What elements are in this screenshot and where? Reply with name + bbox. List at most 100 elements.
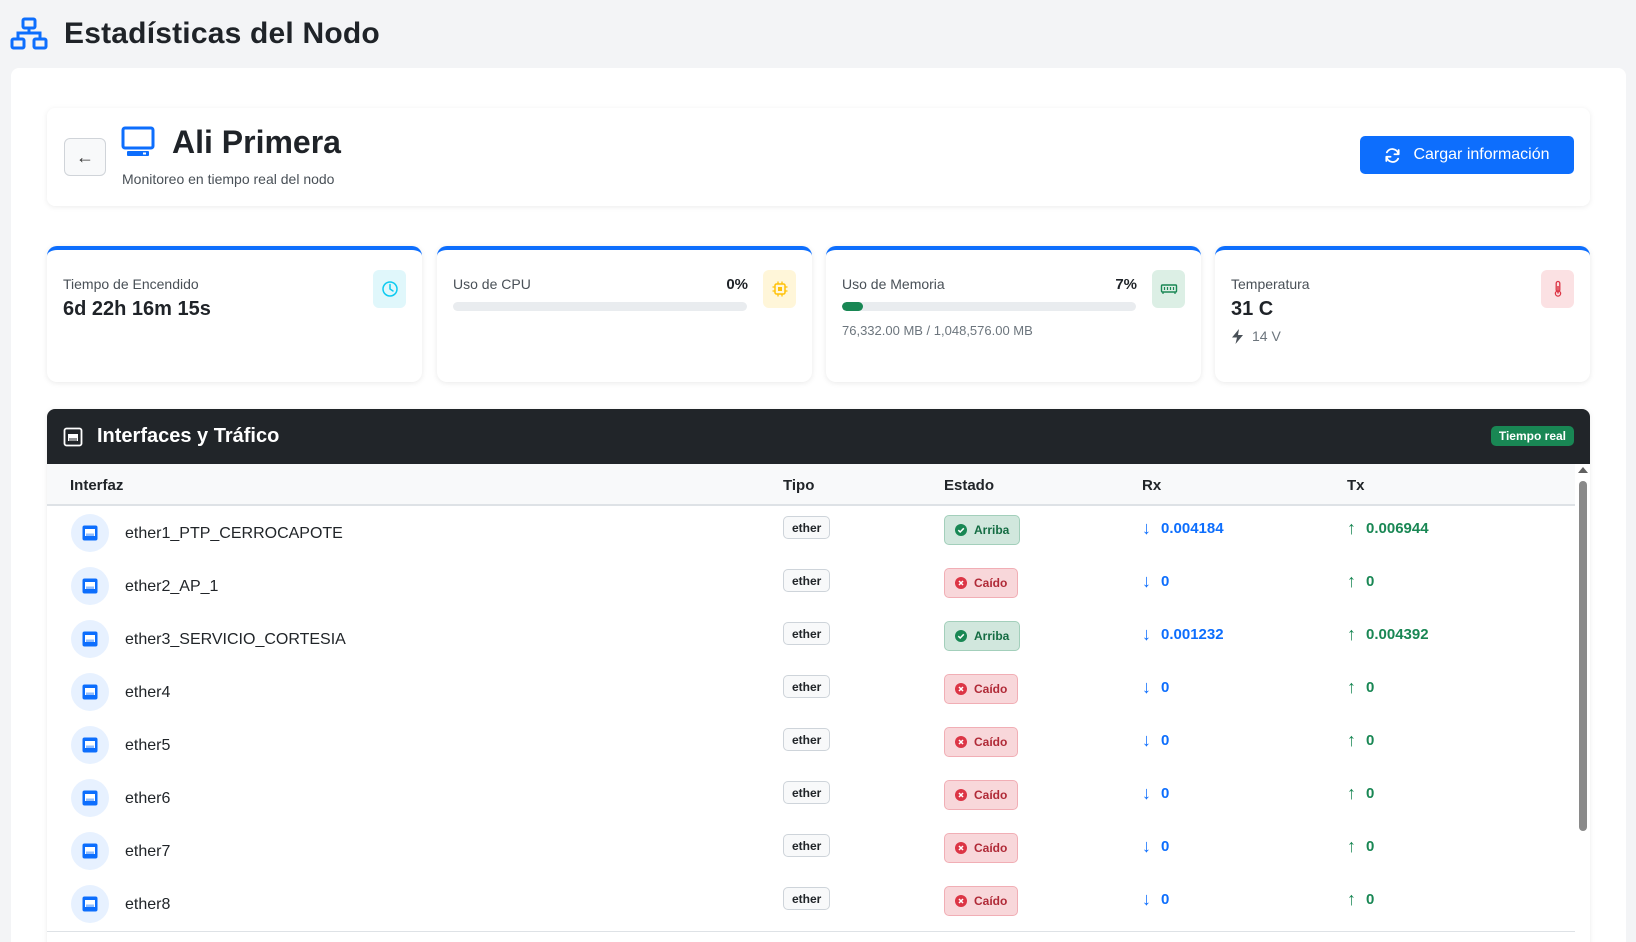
arrow-down-icon: ↓ xyxy=(1142,783,1151,803)
type-badge: ether xyxy=(783,887,831,910)
uptime-value: 6d 22h 16m 15s xyxy=(63,298,211,320)
x-circle-icon xyxy=(955,789,967,801)
interfaces-panel: Interfaces y Tráfico Tiempo real Interfa… xyxy=(47,409,1590,942)
x-circle-icon xyxy=(955,683,967,695)
page-header: Estadísticas del Nodo xyxy=(0,0,1636,68)
node-header: ← Ali Primera Monitoreo en tiempo real d… xyxy=(47,108,1590,206)
x-circle-icon xyxy=(955,736,967,748)
arrow-up-icon: ↑ xyxy=(1347,571,1356,591)
ethernet-port-icon xyxy=(71,726,109,764)
state-label: Caído xyxy=(974,894,1008,908)
cpu-card: Uso de CPU 0% xyxy=(437,246,812,382)
state-badge: Arriba xyxy=(944,621,1021,651)
state-badge: Caído xyxy=(944,833,1019,863)
table-row: ether7 ether Caído ↓ 0 ↑ 0 xyxy=(47,824,1575,879)
rx-cell: ↓ 0 xyxy=(1142,783,1169,804)
computer-icon xyxy=(121,126,155,156)
back-button[interactable]: ← xyxy=(64,138,106,176)
check-circle-icon xyxy=(955,524,967,536)
arrow-down-icon: ↓ xyxy=(1142,518,1151,538)
tx-cell: ↑ 0 xyxy=(1347,889,1374,910)
x-circle-icon xyxy=(955,842,967,854)
tx-value: 0 xyxy=(1366,838,1375,855)
state-badge: Caído xyxy=(944,886,1019,916)
state-label: Caído xyxy=(974,841,1008,855)
memory-detail: 76,332.00 MB / 1,048,576.00 MB xyxy=(842,323,1033,338)
rx-value: 0 xyxy=(1161,838,1170,855)
table-row: ether8 ether Caído ↓ 0 ↑ 0 xyxy=(47,877,1575,932)
interface-name: ether6 xyxy=(125,790,171,807)
tx-cell: ↑ 0 xyxy=(1347,783,1374,804)
tx-value: 0 xyxy=(1366,732,1375,749)
main-content: ← Ali Primera Monitoreo en tiempo real d… xyxy=(11,68,1626,942)
cpu-label: Uso de CPU xyxy=(453,276,531,292)
state-label: Caído xyxy=(974,576,1008,590)
state-label: Caído xyxy=(974,788,1008,802)
tx-cell: ↑ 0 xyxy=(1347,571,1374,592)
rx-cell: ↓ 0 xyxy=(1142,836,1169,857)
tx-cell: ↑ 0.006944 xyxy=(1347,518,1429,539)
lightning-icon xyxy=(1232,328,1243,344)
scroll-up-arrow[interactable] xyxy=(1578,467,1588,473)
arrow-up-icon: ↑ xyxy=(1347,783,1356,803)
rx-value: 0 xyxy=(1161,573,1170,590)
interface-name: ether3_SERVICIO_CORTESIA xyxy=(125,631,346,648)
load-info-button[interactable]: Cargar información xyxy=(1360,136,1574,174)
state-label: Caído xyxy=(974,735,1008,749)
column-state: Estado xyxy=(944,477,995,494)
ethernet-port-icon xyxy=(71,673,109,711)
node-subtitle: Monitoreo en tiempo real del nodo xyxy=(122,171,335,187)
column-interface: Interfaz xyxy=(70,477,124,494)
voltage-readout: 14 V xyxy=(1231,328,1281,344)
type-badge: ether xyxy=(783,569,831,592)
ethernet-port-icon xyxy=(71,514,109,552)
arrow-down-icon: ↓ xyxy=(1142,624,1151,644)
table-scrollbar[interactable] xyxy=(1575,464,1590,942)
state-badge: Caído xyxy=(944,727,1019,757)
arrow-up-icon: ↑ xyxy=(1347,624,1356,644)
memory-label: Uso de Memoria xyxy=(842,276,945,292)
interface-name: ether8 xyxy=(125,896,171,913)
type-badge: ether xyxy=(783,781,831,804)
ethernet-port-icon xyxy=(71,885,109,923)
rx-value: 0 xyxy=(1161,891,1170,908)
ethernet-icon xyxy=(63,427,83,446)
memory-progress-bar xyxy=(842,302,1136,311)
stats-row: Tiempo de Encendido 6d 22h 16m 15s Uso d… xyxy=(47,246,1590,382)
interfaces-title: Interfaces y Tráfico xyxy=(97,425,280,447)
rx-value: 0.004184 xyxy=(1161,520,1224,537)
rx-value: 0 xyxy=(1161,785,1170,802)
table-row: ether4 ether Caído ↓ 0 ↑ 0 xyxy=(47,665,1575,720)
arrow-down-icon: ↓ xyxy=(1142,677,1151,697)
tx-cell: ↑ 0 xyxy=(1347,836,1374,857)
tx-value: 0 xyxy=(1366,891,1375,908)
table-row: ether5 ether Caído ↓ 0 ↑ 0 xyxy=(47,718,1575,773)
ethernet-port-icon xyxy=(71,567,109,605)
interfaces-table: Interfaz Tipo Estado Rx Tx ether1_PTP_CE… xyxy=(47,464,1575,942)
rx-cell: ↓ 0 xyxy=(1142,889,1169,910)
interface-name: ether1_PTP_CERROCAPOTE xyxy=(125,525,343,542)
cpu-percent: 0% xyxy=(726,276,748,293)
state-badge: Caído xyxy=(944,780,1019,810)
uptime-card: Tiempo de Encendido 6d 22h 16m 15s xyxy=(47,246,422,382)
arrow-down-icon: ↓ xyxy=(1142,571,1151,591)
arrow-up-icon: ↑ xyxy=(1347,836,1356,856)
table-row: ether3_SERVICIO_CORTESIA ether Arriba ↓ 0.00… xyxy=(47,612,1575,667)
type-badge: ether xyxy=(783,516,831,539)
x-circle-icon xyxy=(955,577,967,589)
tx-value: 0 xyxy=(1366,785,1375,802)
arrow-down-icon: ↓ xyxy=(1142,730,1151,750)
scroll-thumb[interactable] xyxy=(1579,481,1587,831)
rx-value: 0.001232 xyxy=(1161,626,1224,643)
state-badge: Caído xyxy=(944,568,1019,598)
arrow-up-icon: ↑ xyxy=(1347,730,1356,750)
tx-value: 0.006944 xyxy=(1366,520,1429,537)
state-label: Caído xyxy=(974,682,1008,696)
network-icon xyxy=(10,17,48,50)
rx-cell: ↓ 0 xyxy=(1142,677,1169,698)
clock-icon xyxy=(373,270,406,308)
state-badge: Arriba xyxy=(944,515,1021,545)
memory-icon xyxy=(1152,270,1185,308)
arrow-up-icon: ↑ xyxy=(1347,889,1356,909)
refresh-icon xyxy=(1385,147,1401,163)
